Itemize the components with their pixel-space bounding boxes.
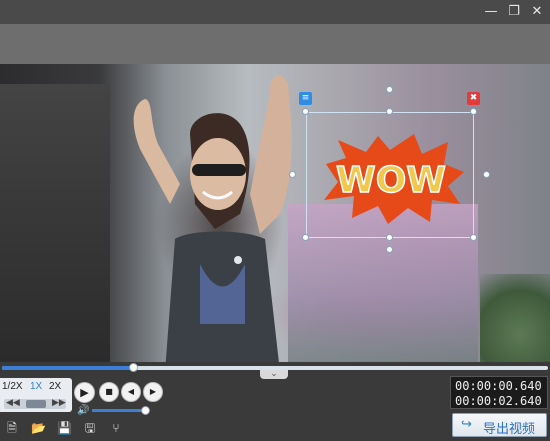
speed-panel: 1/2X 1X 2X ◀◀ ▶▶ [0, 378, 72, 412]
video-canvas[interactable]: WOW ≡ ✖ [0, 64, 550, 372]
export-icon: ↪ [461, 417, 472, 432]
speed-thumb[interactable] [26, 400, 46, 408]
speed-slider[interactable]: ◀◀ ▶▶ [4, 397, 66, 409]
resize-handle-top[interactable] [386, 108, 393, 115]
previous-frame-icon[interactable]: ◀ [121, 382, 141, 402]
video-preview-area: WOW ≡ ✖ [0, 24, 550, 372]
volume-thumb[interactable] [141, 406, 151, 415]
resize-handle-bottom-right[interactable] [470, 234, 477, 241]
volume-slider[interactable] [92, 406, 151, 415]
progress-fill [2, 366, 134, 370]
speed-half[interactable]: 1/2X [2, 381, 23, 392]
fast-forward-icon[interactable]: ▶▶ [52, 397, 66, 408]
sticker-selection-box[interactable] [306, 112, 474, 238]
resize-handle-left[interactable] [289, 171, 296, 178]
speed-2x[interactable]: 2X [49, 381, 61, 392]
export-video-button[interactable]: ↪ 导出视频 [452, 413, 547, 437]
time-display: 00:00:00.640 00:00:02.640 [450, 376, 548, 409]
next-frame-icon[interactable]: ▶ [143, 382, 163, 402]
resize-handle-top-right[interactable] [470, 108, 477, 115]
volume-fill [92, 409, 146, 412]
play-icon[interactable]: ▶ [74, 382, 95, 403]
total-time: 00:00:02.640 [455, 394, 542, 408]
minimize-icon[interactable]: — [482, 3, 500, 21]
person-figure [133, 75, 292, 372]
volume-icon[interactable]: 🔊 [77, 405, 89, 416]
trash-icon[interactable]: ✖ [467, 92, 480, 105]
export-label: 导出视频 [483, 421, 536, 436]
save-as-icon[interactable]: 🖫 [83, 421, 97, 435]
save-icon[interactable]: 💾 [57, 421, 72, 435]
rotate-handle[interactable] [386, 86, 393, 93]
open-folder-icon[interactable]: 📂 [31, 421, 46, 435]
background-tree [480, 274, 550, 372]
list-icon[interactable]: ≡ [299, 92, 312, 105]
new-file-icon[interactable]: 🗎 [5, 421, 19, 435]
resize-handle-right[interactable] [483, 171, 490, 178]
title-bar: — ❐ ✕ [0, 0, 550, 24]
resize-handle-bottom[interactable] [386, 234, 393, 241]
background-building [0, 84, 110, 372]
close-icon[interactable]: ✕ [528, 3, 546, 21]
rewind-icon[interactable]: ◀◀ [6, 397, 20, 408]
resize-handle-bottom-left[interactable] [302, 234, 309, 241]
playback-controls: ⌄ 1/2X 1X 2X ◀◀ ▶▶ ▶ ■ ◀ ▶ 🔊 00:00:00.64… [0, 362, 550, 441]
rotate-handle-bottom[interactable] [386, 246, 393, 253]
speed-1x[interactable]: 1X [30, 381, 42, 392]
resize-handle-top-left[interactable] [302, 108, 309, 115]
share-icon[interactable]: ⑂ [109, 421, 123, 435]
progress-thumb[interactable] [129, 363, 139, 372]
restore-icon[interactable]: ❐ [505, 3, 523, 21]
chevron-down-icon[interactable]: ⌄ [260, 370, 288, 379]
stop-icon[interactable]: ■ [99, 382, 119, 402]
current-time: 00:00:00.640 [455, 379, 542, 393]
